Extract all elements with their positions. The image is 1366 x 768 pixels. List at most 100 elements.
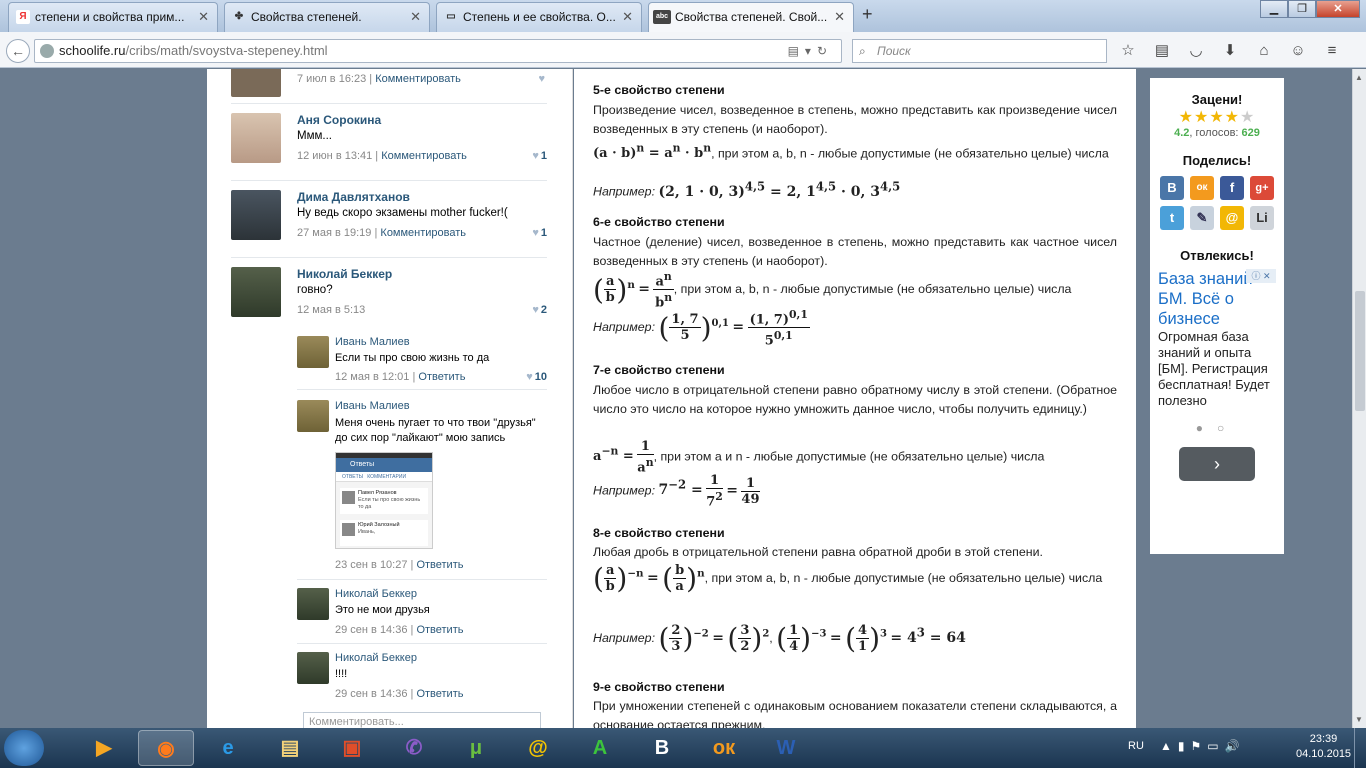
star-icon[interactable]: ★ bbox=[1225, 109, 1240, 126]
comment-reply-link[interactable]: Комментировать bbox=[380, 227, 466, 239]
ad-close-icon[interactable]: ⓘ ✕ bbox=[1246, 269, 1276, 283]
reload-icon[interactable]: ↻ bbox=[817, 44, 833, 58]
home-icon[interactable]: ⌂ bbox=[1254, 41, 1274, 61]
star-icon[interactable]: ★ bbox=[1194, 109, 1209, 126]
reply-link[interactable]: Ответить bbox=[416, 688, 463, 700]
odnoklassniki-app-icon[interactable]: ок bbox=[696, 730, 752, 766]
ad-block[interactable]: ⓘ ✕ База знаний БМ. Всё о бизнесе Огромн… bbox=[1150, 269, 1284, 481]
odnoklassniki-share-icon[interactable]: ок bbox=[1190, 176, 1214, 200]
tab-4-active[interactable]: abc Свойства степеней. Свой... ✕ bbox=[648, 2, 854, 32]
rating-stars[interactable]: ★★★★★ bbox=[1150, 107, 1284, 127]
scroll-down-icon[interactable]: ▼ bbox=[1355, 715, 1363, 724]
menu-icon[interactable]: ≡ bbox=[1322, 41, 1342, 61]
comment-author[interactable]: Николай Беккер bbox=[297, 267, 392, 281]
chevron-up-icon[interactable]: ▲ bbox=[1160, 739, 1178, 753]
viber-icon[interactable]: ✆ bbox=[386, 730, 442, 766]
comment-reply-link[interactable]: Комментировать bbox=[375, 73, 461, 85]
minimize-button[interactable]: ▁ bbox=[1260, 0, 1288, 18]
comment-input[interactable]: Комментировать... bbox=[303, 712, 541, 728]
avatar[interactable] bbox=[231, 267, 281, 317]
reply-link[interactable]: Ответить bbox=[418, 371, 465, 383]
volume-icon[interactable]: 🔊 bbox=[1225, 739, 1246, 753]
reader-icon[interactable]: ▤ bbox=[788, 44, 805, 58]
reply-author[interactable]: Николай Беккер bbox=[335, 588, 417, 600]
file-explorer-icon[interactable]: ▤ bbox=[262, 730, 318, 766]
media-player-icon[interactable]: ▶ bbox=[76, 730, 132, 766]
like-button[interactable]: ♥ 10 bbox=[526, 371, 547, 383]
reply-link[interactable]: Ответить bbox=[416, 624, 463, 636]
show-desktop-button[interactable] bbox=[1354, 728, 1366, 768]
bookmark-star-icon[interactable]: ☆ bbox=[1118, 41, 1138, 61]
close-icon[interactable]: ✕ bbox=[198, 3, 209, 31]
livejournal-share-icon[interactable]: ✎ bbox=[1190, 206, 1214, 230]
attached-screenshot[interactable]: Ответы ОТВЕТЫ КОММЕНТАРИИ Павел Рязанов Е… bbox=[335, 452, 433, 549]
ad-pager[interactable]: ●○ bbox=[1158, 421, 1276, 435]
maximize-button[interactable]: ❐ bbox=[1288, 0, 1316, 18]
mail-agent-icon[interactable]: @ bbox=[510, 730, 566, 766]
search-input[interactable]: ⌕ Поиск bbox=[852, 39, 1107, 63]
liveinternet-share-icon[interactable]: Li bbox=[1250, 206, 1274, 230]
bookmarks-list-icon[interactable]: ▤ bbox=[1152, 41, 1172, 61]
close-icon[interactable]: ✕ bbox=[410, 3, 421, 31]
presentation-icon[interactable]: ▣ bbox=[324, 730, 380, 766]
dropdown-icon[interactable]: ▾ bbox=[805, 44, 817, 58]
star-icon[interactable]: ★ bbox=[1240, 109, 1255, 126]
avatar[interactable] bbox=[297, 400, 329, 432]
close-icon[interactable]: ✕ bbox=[834, 3, 845, 31]
like-button[interactable]: ♥ 2 bbox=[532, 304, 547, 316]
pager-dot[interactable]: ○ bbox=[1217, 421, 1238, 435]
vk-app-icon[interactable]: B bbox=[634, 730, 690, 766]
reply-author[interactable]: Ивань Малиев bbox=[335, 336, 410, 348]
like-button[interactable]: ♥ bbox=[538, 73, 547, 85]
power-icon[interactable]: ▭ bbox=[1207, 739, 1224, 753]
page-scrollbar[interactable]: ▲ ▼ bbox=[1352, 69, 1366, 728]
reply-author[interactable]: Ивань Малиев bbox=[335, 400, 410, 412]
like-button[interactable]: ♥ 1 bbox=[532, 150, 547, 162]
tab-1[interactable]: Я степени и свойства прим... ✕ bbox=[8, 2, 218, 32]
pocket-icon[interactable]: ◡ bbox=[1186, 41, 1206, 61]
download-icon[interactable]: ⬇ bbox=[1220, 41, 1240, 61]
close-window-button[interactable]: ✕ bbox=[1316, 0, 1360, 18]
url-bar[interactable]: schoolife.ru/cribs/math/svoystva-stepene… bbox=[34, 39, 842, 63]
network-icon[interactable]: ▮ bbox=[1178, 739, 1191, 753]
close-icon[interactable]: ✕ bbox=[622, 3, 633, 31]
comment-reply-link[interactable]: Комментировать bbox=[381, 150, 467, 162]
formula-8-result: ba bbox=[673, 563, 687, 594]
back-button[interactable]: ← bbox=[6, 39, 30, 63]
like-button[interactable]: ♥ 1 bbox=[532, 227, 547, 239]
star-icon[interactable]: ★ bbox=[1179, 109, 1194, 126]
ad-next-button[interactable]: › bbox=[1179, 447, 1255, 481]
internet-explorer-icon[interactable]: e bbox=[200, 730, 256, 766]
vk-share-icon[interactable]: В bbox=[1160, 176, 1184, 200]
clock[interactable]: 23:39 04.10.2015 bbox=[1296, 732, 1351, 762]
a-app-icon[interactable]: A bbox=[572, 730, 628, 766]
avatar[interactable] bbox=[231, 113, 281, 163]
flag-icon[interactable]: ⚑ bbox=[1191, 739, 1208, 753]
word-icon[interactable]: W bbox=[758, 730, 814, 766]
avatar[interactable] bbox=[231, 69, 281, 97]
language-indicator[interactable]: RU bbox=[1128, 740, 1144, 752]
twitter-share-icon[interactable]: t bbox=[1160, 206, 1184, 230]
firefox-icon[interactable]: ◉ bbox=[138, 730, 194, 766]
start-button[interactable] bbox=[4, 730, 44, 766]
scroll-thumb[interactable] bbox=[1355, 291, 1365, 411]
avatar[interactable] bbox=[297, 588, 329, 620]
tab-3[interactable]: ▭ Степень и ее свойства. О... ✕ bbox=[436, 2, 642, 32]
utorrent-icon[interactable]: μ bbox=[448, 730, 504, 766]
google-plus-share-icon[interactable]: g+ bbox=[1250, 176, 1274, 200]
smiley-icon[interactable]: ☺ bbox=[1288, 41, 1308, 61]
pager-dot-active[interactable]: ● bbox=[1196, 421, 1217, 435]
facebook-share-icon[interactable]: f bbox=[1220, 176, 1244, 200]
avatar[interactable] bbox=[297, 336, 329, 368]
new-tab-button[interactable]: + bbox=[862, 4, 873, 25]
avatar[interactable] bbox=[231, 190, 281, 240]
reply-link[interactable]: Ответить bbox=[416, 559, 463, 571]
comment-author[interactable]: Дима Давлятханов bbox=[297, 190, 410, 204]
scroll-up-icon[interactable]: ▲ bbox=[1355, 73, 1363, 82]
star-icon[interactable]: ★ bbox=[1209, 109, 1224, 126]
mail-share-icon[interactable]: @ bbox=[1220, 206, 1244, 230]
reply-author[interactable]: Николай Беккер bbox=[335, 652, 417, 664]
avatar[interactable] bbox=[297, 652, 329, 684]
tab-2[interactable]: ✤ Свойства степеней. ✕ bbox=[224, 2, 430, 32]
comment-author[interactable]: Аня Сорокина bbox=[297, 113, 381, 127]
